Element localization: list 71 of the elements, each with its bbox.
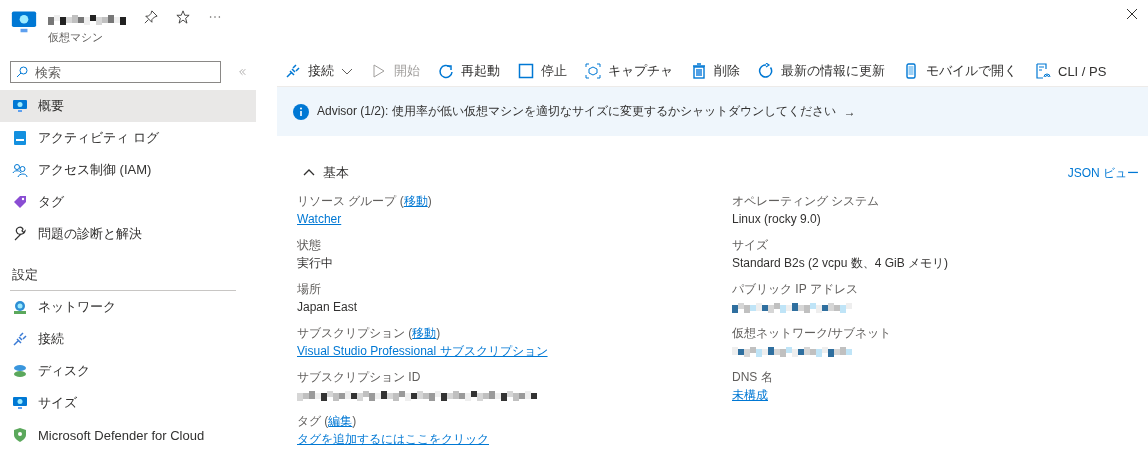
shield-icon — [12, 427, 28, 443]
property-label: 場所 — [297, 281, 322, 298]
search-field[interactable]: 検索 — [10, 61, 221, 83]
tag-icon — [12, 194, 28, 210]
property-label: パブリック IP アドレス — [732, 281, 859, 298]
people-icon — [12, 162, 28, 178]
property-value-link[interactable]: Visual Studio Professional サブスクリプション — [297, 342, 732, 360]
property-label: DNS 名 — [732, 369, 774, 386]
sidebar-item[interactable]: サイズ — [0, 387, 256, 419]
refresh-icon — [758, 63, 774, 79]
property-label: サイズ — [732, 237, 769, 254]
star-icon[interactable] — [176, 10, 190, 24]
sidebar-item[interactable]: Microsoft Defender for Cloud — [0, 419, 256, 451]
property-link[interactable]: 編集 — [328, 414, 353, 428]
restart-icon — [438, 63, 454, 79]
property-value-link[interactable]: 未構成 — [732, 386, 1148, 404]
sidebar-item[interactable]: アクティビティ ログ — [0, 122, 256, 154]
toolbar-button[interactable]: モバイルで開く — [903, 62, 1017, 80]
plug-icon — [12, 331, 28, 347]
log-icon — [12, 130, 28, 146]
property-link[interactable]: 移動 — [412, 326, 437, 340]
disk-icon — [12, 363, 28, 379]
advisor-message[interactable]: Advisor (1/2): 使用率が低い仮想マシンを適切なサイズに変更するかシャットダウンしてください — [317, 103, 836, 120]
toolbar-button[interactable]: 最新の情報に更新 — [758, 62, 885, 80]
property-link[interactable]: 移動 — [403, 194, 428, 208]
monitor-icon — [12, 395, 28, 411]
play-icon — [371, 63, 387, 79]
info-icon — [293, 103, 309, 120]
property-label: 仮想ネットワーク/サブネット — [732, 325, 893, 342]
trash-icon — [691, 63, 707, 79]
toolbar-button[interactable]: 再起動 — [438, 62, 500, 80]
capture-icon — [585, 63, 601, 79]
property-value: Japan East — [297, 299, 359, 316]
sidebar-item[interactable]: ディスク — [0, 355, 256, 387]
property-label: リソース グループ (移動) — [297, 193, 433, 210]
toolbar-button[interactable]: 接続 — [285, 62, 353, 80]
toolbar-button[interactable]: 停止 — [518, 62, 567, 80]
section-heading: 設定 — [11, 266, 39, 284]
square-icon — [518, 63, 534, 79]
network-icon — [12, 299, 28, 315]
phone-icon — [903, 63, 919, 79]
sidebar-item[interactable]: 問題の診断と解決 — [0, 218, 256, 250]
property-value-link[interactable]: Watcher — [297, 210, 732, 228]
sidebar-item[interactable]: 概要 — [0, 90, 256, 122]
json-view-link[interactable]: JSON ビュー — [1067, 164, 1139, 182]
monitor-icon — [12, 98, 28, 114]
toolbar-button[interactable]: CLI / PS — [1035, 63, 1107, 79]
property-label: オペレーティング システム — [732, 193, 881, 210]
toolbar-button[interactable]: 削除 — [691, 62, 740, 80]
pin-icon[interactable] — [144, 10, 158, 24]
property-value: 実行中 — [297, 255, 334, 272]
close-icon[interactable] — [1126, 8, 1138, 20]
monitor-icon — [10, 8, 38, 34]
property-label: タグ (編集) — [297, 413, 358, 430]
property-label: サブスクリプション (移動) — [297, 325, 442, 342]
property-label: 状態 — [297, 237, 322, 254]
terminal-icon — [1035, 63, 1051, 79]
sidebar-item[interactable]: アクセス制御 (IAM) — [0, 154, 256, 186]
section-toggle[interactable]: 基本 — [303, 164, 349, 182]
wrench-icon — [12, 226, 28, 242]
arrow-glyph[interactable]: → — [843, 104, 856, 119]
toolbar-button[interactable]: キャプチャ — [585, 62, 673, 80]
sidebar-item[interactable]: 接続 — [0, 323, 256, 355]
sidebar-item[interactable]: タグ — [0, 186, 256, 218]
property-value: Standard B2s (2 vcpu 数、4 GiB メモリ) — [732, 255, 950, 272]
page-subtitle: 仮想マシン — [48, 30, 104, 45]
sidebar-item[interactable]: ネットワーク — [0, 291, 256, 323]
plug-icon — [285, 63, 301, 79]
property-value: Linux (rocky 9.0) — [732, 211, 822, 228]
property-label: サブスクリプション ID — [297, 369, 422, 386]
property-value-link[interactable]: タグを追加するにはここをクリック — [297, 430, 732, 448]
